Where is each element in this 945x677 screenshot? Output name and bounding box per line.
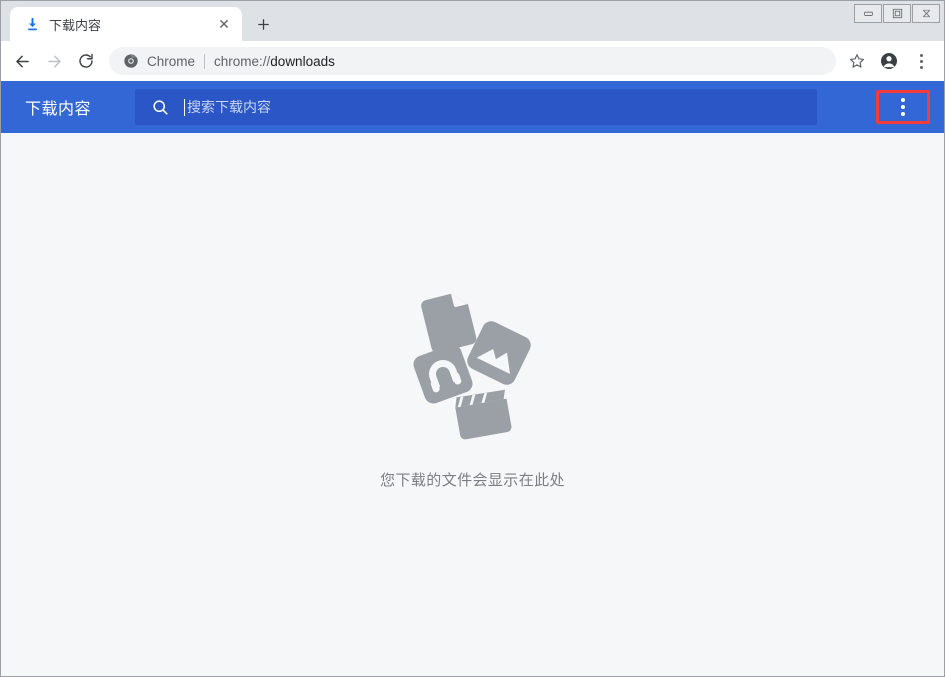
reload-icon [77,52,95,70]
arrow-left-icon [13,52,32,71]
profile-button[interactable] [874,46,904,76]
address-bar[interactable]: Chrome chrome://downloads [109,47,836,75]
omnibox-url-path: downloads [270,54,335,69]
chrome-logo-icon [123,53,139,69]
forward-button [39,46,69,76]
search-input[interactable]: 搜索下载内容 [184,97,271,117]
download-icon [24,16,40,32]
window-minimize-button[interactable] [854,4,882,23]
plus-icon [256,17,271,32]
browser-menu-button[interactable] [906,46,936,76]
page-title: 下载内容 [25,95,135,119]
downloads-header: 下载内容 搜索下载内容 [1,81,944,133]
tab-downloads[interactable]: 下载内容 ✕ [10,7,242,41]
close-icon [920,7,933,20]
omnibox-chip-label: Chrome [147,54,195,69]
omnibox-url-scheme: chrome:// [214,54,270,69]
account-avatar-icon [879,51,899,71]
back-button[interactable] [7,46,37,76]
search-icon [151,98,170,117]
reload-button[interactable] [71,46,101,76]
image-icon [464,318,534,388]
omnibox-chip: Chrome [123,53,195,69]
downloads-menu-button[interactable] [876,90,930,124]
tab-strip: 下载内容 ✕ [1,1,944,41]
tab-title: 下载内容 [49,15,205,34]
star-icon [848,52,866,70]
search-placeholder: 搜索下载内容 [187,97,271,117]
browser-window: 下载内容 ✕ [0,0,945,677]
browser-toolbar: Chrome chrome://downloads [1,41,944,81]
tab-close-icon[interactable]: ✕ [214,14,234,34]
document-icon [419,290,477,354]
window-controls [854,4,940,23]
window-restore-button[interactable] [883,4,911,23]
downloads-empty-files-illustration [403,281,543,441]
video-clapperboard-icon [453,389,512,440]
restore-icon [891,7,904,20]
window-close-button[interactable] [912,4,940,23]
omnibox-url: chrome://downloads [214,54,335,69]
search-box[interactable]: 搜索下载内容 [135,89,817,125]
omnibox-divider [204,54,205,69]
arrow-right-icon [45,52,64,71]
bookmark-star-button[interactable] [842,46,872,76]
text-caret [184,99,185,116]
downloads-content: 您下载的文件会显示在此处 [1,133,944,676]
empty-state-message: 您下载的文件会显示在此处 [380,469,565,490]
more-vertical-icon [901,98,905,116]
minimize-icon [862,7,875,20]
three-dot-menu-icon [920,54,923,69]
new-tab-button[interactable] [249,10,277,38]
